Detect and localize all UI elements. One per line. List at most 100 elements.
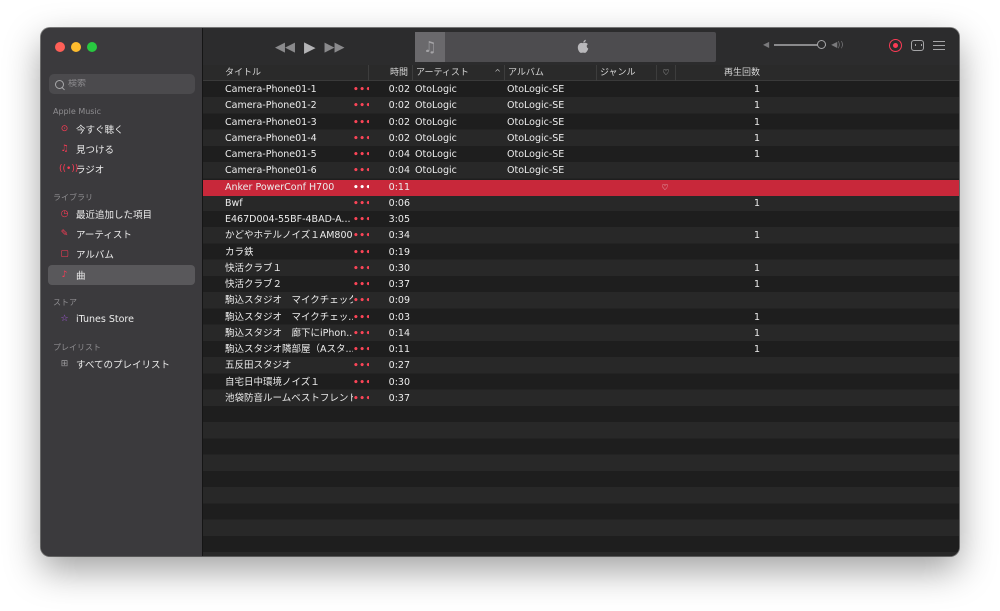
more-options-button[interactable]: ••• (353, 326, 369, 342)
search-box[interactable] (49, 74, 195, 94)
love-heart-icon[interactable] (658, 98, 672, 114)
song-duration: 0:11 (388, 344, 410, 355)
more-options-button[interactable]: ••• (353, 261, 369, 277)
love-heart-icon[interactable] (658, 147, 672, 163)
table-row[interactable]: Bwf ••• 0:06 1 (203, 196, 959, 212)
more-options-button[interactable]: ••• (353, 245, 369, 261)
love-heart-icon[interactable] (658, 82, 672, 98)
sidebar-item-label: 今すぐ聴く (76, 125, 124, 136)
table-row[interactable]: Camera-Phone01-1 ••• 0:02 OtoLogic OtoLogic-… (203, 82, 959, 98)
sidebar-item-artists[interactable]: ✎ アーティスト (48, 224, 195, 244)
song-album (507, 180, 595, 196)
more-options-button[interactable]: ••• (353, 358, 369, 374)
up-next-list-icon[interactable] (933, 40, 945, 51)
love-heart-icon[interactable] (658, 293, 672, 309)
column-header-artist[interactable]: アーティスト ^ (412, 65, 505, 81)
table-row[interactable]: カラ鉄 ••• 0:19 (203, 245, 959, 261)
love-heart-icon[interactable] (658, 115, 672, 131)
table-row[interactable]: 池袋防音ルームベストフレンド••• 0:37 (203, 391, 959, 407)
love-heart-icon[interactable] (658, 391, 672, 407)
close-window-button[interactable] (55, 42, 65, 52)
love-heart-icon[interactable] (658, 375, 672, 391)
more-options-button[interactable]: ••• (353, 163, 369, 179)
love-heart-icon[interactable] (658, 131, 672, 147)
airplay-icon[interactable] (889, 39, 902, 52)
more-options-button[interactable]: ••• (353, 375, 369, 391)
table-row[interactable]: Camera-Phone01-3 ••• 0:02 OtoLogic OtoLogic-… (203, 115, 959, 131)
more-options-button[interactable]: ••• (353, 277, 369, 293)
more-options-button[interactable]: ••• (353, 196, 369, 212)
search-input[interactable] (68, 79, 178, 89)
table-row[interactable]: かどやホテルノイズ１AM800••• 0:34 1 (203, 228, 959, 244)
sidebar-item-browse[interactable]: ♫ 見つける (48, 139, 195, 159)
love-heart-icon[interactable] (658, 277, 672, 293)
love-heart-icon[interactable] (658, 342, 672, 358)
table-row[interactable]: 駒込スタジオ マイクチェック••• 0:09 (203, 293, 959, 309)
table-row[interactable]: Camera-Phone01-2 ••• 0:02 OtoLogic OtoLogic-… (203, 98, 959, 114)
more-options-button[interactable]: ••• (353, 131, 369, 147)
minimize-window-button[interactable] (71, 42, 81, 52)
sidebar-item-albums[interactable]: ▢ アルバム (48, 244, 195, 264)
love-heart-icon[interactable] (658, 310, 672, 326)
more-options-button[interactable]: ••• (353, 212, 369, 228)
next-track-button[interactable]: ▶▶ (325, 40, 345, 55)
lyrics-icon[interactable] (911, 40, 924, 51)
table-row[interactable]: Anker PowerConf H700 ••• 0:11 ♡ (203, 179, 959, 196)
volume-slider[interactable] (774, 39, 827, 49)
table-row[interactable]: Camera-Phone01-5 ••• 0:04 OtoLogic OtoLogic-… (203, 147, 959, 163)
love-heart-icon[interactable]: ♡ (658, 180, 672, 196)
more-options-button[interactable]: ••• (353, 82, 369, 98)
now-playing-display[interactable]: ♫ (415, 32, 716, 62)
table-row[interactable]: 駒込スタジオ マイクチェッ...••• 0:03 1 (203, 310, 959, 326)
love-heart-icon[interactable] (658, 245, 672, 261)
more-options-button[interactable]: ••• (353, 147, 369, 163)
table-row[interactable]: 駒込スタジオ 廊下にiPhon...••• 0:14 1 (203, 326, 959, 342)
volume-slider-thumb[interactable] (817, 39, 827, 49)
table-row[interactable]: 快活クラブ２ ••• 0:37 1 (203, 277, 959, 293)
column-header-heart[interactable]: ♡ (656, 65, 675, 81)
more-options-button[interactable]: ••• (353, 180, 369, 196)
table-row[interactable]: Camera-Phone01-6 ••• 0:04 OtoLogic OtoLogic-… (203, 163, 959, 179)
play-count (675, 212, 760, 228)
love-heart-icon[interactable] (658, 228, 672, 244)
play-count: 1 (753, 279, 760, 290)
sidebar-item-label: すべてのプレイリスト (76, 360, 170, 371)
table-row[interactable]: 快活クラブ１ ••• 0:30 1 (203, 261, 959, 277)
column-header-time[interactable]: 時間 (368, 65, 410, 81)
sidebar-item-songs[interactable]: ♪ 曲 (48, 265, 195, 285)
song-album: OtoLogic-SE (507, 165, 565, 177)
more-options-button[interactable]: ••• (353, 391, 369, 407)
table-row[interactable]: E467D004-55BF-4BAD-A...••• 3:05 (203, 212, 959, 228)
sidebar-item-radio[interactable]: ((•)) ラジオ (48, 159, 195, 179)
table-row[interactable]: 自宅日中環境ノイズ１ ••• 0:30 (203, 375, 959, 391)
love-heart-icon[interactable] (658, 196, 672, 212)
column-header-plays[interactable]: 再生回数 (675, 65, 763, 81)
play-button[interactable]: ▶ (304, 38, 316, 56)
love-heart-icon[interactable] (658, 212, 672, 228)
love-heart-icon[interactable] (658, 163, 672, 179)
love-heart-icon[interactable] (658, 261, 672, 277)
more-options-button[interactable]: ••• (353, 115, 369, 131)
more-options-button[interactable]: ••• (353, 228, 369, 244)
column-header-genre[interactable]: ジャンル (596, 65, 656, 81)
sidebar-item-listen-now[interactable]: ⊙ 今すぐ聴く (48, 119, 195, 139)
sidebar-item-recently-added[interactable]: ◷ 最近追加した項目 (48, 204, 195, 224)
more-options-button[interactable]: ••• (353, 98, 369, 114)
love-heart-icon[interactable] (658, 358, 672, 374)
more-options-button[interactable]: ••• (353, 293, 369, 309)
more-options-button[interactable]: ••• (353, 342, 369, 358)
more-options-button[interactable]: ••• (353, 310, 369, 326)
sidebar-item-all-playlists[interactable]: ⊞ すべてのプレイリスト (48, 354, 195, 374)
column-header-title[interactable]: タイトル (222, 65, 368, 81)
table-row[interactable]: Camera-Phone01-4 ••• 0:02 OtoLogic OtoLogic-… (203, 131, 959, 147)
clock-icon: ◷ (60, 209, 69, 219)
column-header-album[interactable]: アルバム (504, 65, 596, 81)
music-note-icon: ♫ (415, 32, 445, 62)
sidebar-item-itunes-store[interactable]: ☆ iTunes Store (48, 309, 195, 329)
previous-track-button[interactable]: ◀◀ (275, 40, 295, 55)
love-heart-icon[interactable] (658, 326, 672, 342)
zoom-window-button[interactable] (87, 42, 97, 52)
music-note-icon: ♫ (60, 144, 69, 154)
table-row[interactable]: 五反田スタジオ ••• 0:27 (203, 358, 959, 374)
table-row[interactable]: 駒込スタジオ隣部屋（Aスタ...••• 0:11 1 (203, 342, 959, 358)
